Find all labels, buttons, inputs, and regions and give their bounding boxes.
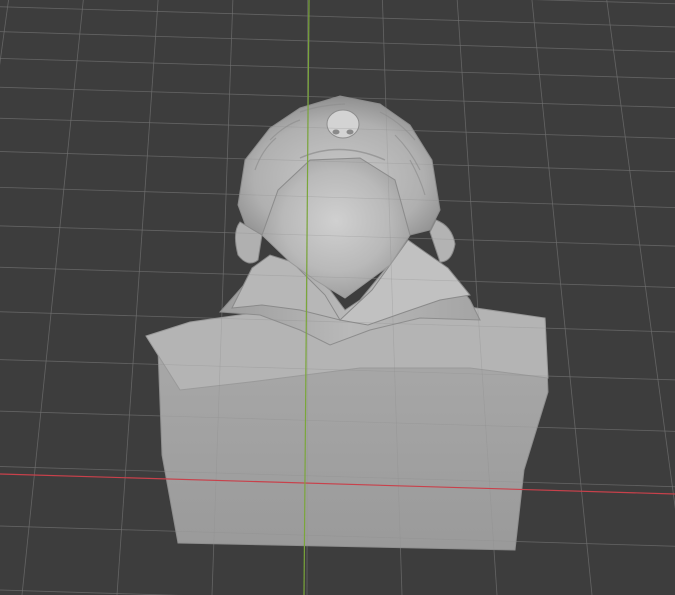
3d-viewport[interactable] [0,0,675,595]
grid-line [0,589,184,595]
bust-nostril-left [332,129,340,135]
bust-model[interactable] [145,95,549,551]
grid-line [0,58,675,80]
grid-line [0,0,10,66]
bust-ear-right [429,219,456,263]
grid-line [0,6,675,28]
grid-line [606,0,675,510]
grid-line [536,0,675,5]
viewport-canvas[interactable] [0,0,675,595]
grid-line [606,0,675,509]
grid-line [0,31,675,53]
grid-line [0,0,9,65]
bust-nostril-right [346,129,354,135]
grid-line [116,0,159,595]
grid-line [0,589,179,595]
grid-line [531,0,593,595]
bust-nose [326,109,360,139]
